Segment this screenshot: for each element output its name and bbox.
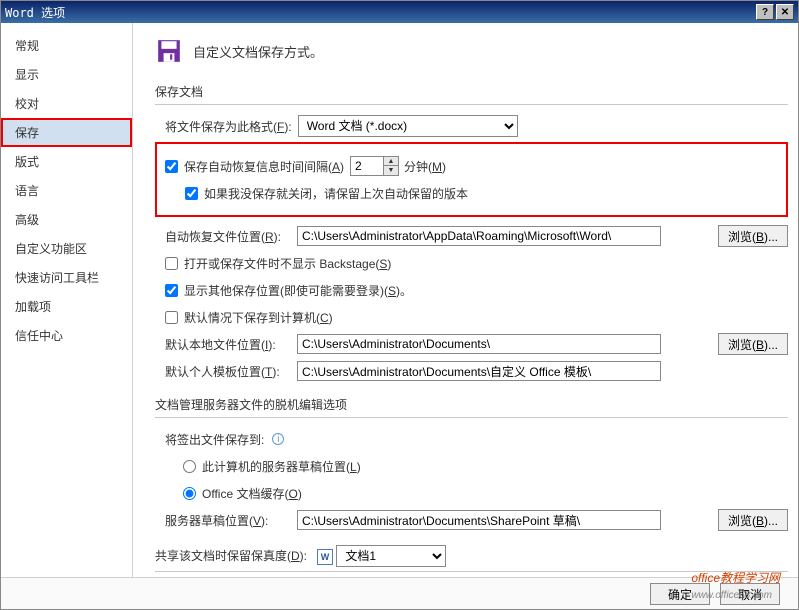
keep-last-checkbox[interactable] (185, 187, 198, 200)
page-title: 自定义文档保存方式。 (193, 42, 323, 61)
titlebar: Word 选项 ? ✕ (1, 1, 798, 23)
default-local-input[interactable] (297, 334, 661, 354)
section-save-documents: 保存文档 (155, 83, 788, 105)
help-button[interactable]: ? (756, 4, 774, 20)
window-controls: ? ✕ (756, 4, 794, 20)
default-tpl-input[interactable] (297, 361, 661, 381)
autorecover-checkbox[interactable] (165, 160, 178, 173)
sidebar-item-customize-ribbon[interactable]: 自定义功能区 (1, 234, 132, 263)
section-fidelity: 共享该文档时保留保真度(D): W 文档1 (155, 545, 788, 572)
save-icon (155, 37, 183, 65)
format-select[interactable]: Word 文档 (*.docx) (298, 115, 518, 137)
dialog-footer: 确定 取消 (1, 577, 798, 609)
ok-button[interactable]: 确定 (650, 583, 710, 605)
default-tpl-label: 默认个人模板位置(T): (165, 363, 291, 380)
sidebar-item-trust-center[interactable]: 信任中心 (1, 321, 132, 350)
sidebar-item-advanced[interactable]: 高级 (1, 205, 132, 234)
radio-server-drafts[interactable] (183, 460, 196, 473)
word-doc-icon: W (317, 549, 333, 565)
radio-server-drafts-label: 此计算机的服务器草稿位置(L) (202, 458, 361, 475)
browse-autorecover-button[interactable]: 浏览(B)... (718, 225, 788, 247)
autorecover-path-label: 自动恢复文件位置(R): (165, 228, 291, 245)
no-backstage-checkbox[interactable] (165, 257, 178, 270)
spinner-down[interactable]: ▼ (384, 166, 398, 175)
radio-office-cache-label: Office 文档缓存(O) (202, 485, 302, 502)
autorecover-path-input[interactable] (297, 226, 661, 246)
spinner-up[interactable]: ▲ (384, 157, 398, 166)
close-button[interactable]: ✕ (776, 4, 794, 20)
checkout-label: 将签出文件保存到: (165, 431, 264, 448)
autorecover-interval-spinner[interactable]: ▲▼ (350, 156, 398, 176)
section-offline-editing: 文档管理服务器文件的脱机编辑选项 (155, 396, 788, 418)
show-other-label: 显示其他保存位置(即使可能需要登录)(S)。 (184, 282, 412, 299)
fidelity-doc-select[interactable]: 文档1 (336, 545, 446, 567)
save-to-pc-checkbox[interactable] (165, 311, 178, 324)
sidebar-item-general[interactable]: 常规 (1, 31, 132, 60)
drafts-label: 服务器草稿位置(V): (165, 512, 291, 529)
sidebar-item-display[interactable]: 显示 (1, 60, 132, 89)
sidebar-item-save[interactable]: 保存 (1, 118, 132, 147)
no-backstage-label: 打开或保存文件时不显示 Backstage(S) (184, 255, 391, 272)
default-local-label: 默认本地文件位置(I): (165, 336, 291, 353)
sidebar-item-layout[interactable]: 版式 (1, 147, 132, 176)
window-title: Word 选项 (5, 4, 65, 21)
autorecover-interval-input[interactable] (350, 156, 384, 176)
browse-default-local-button[interactable]: 浏览(B)... (718, 333, 788, 355)
cancel-button[interactable]: 取消 (720, 583, 780, 605)
content-pane: 自定义文档保存方式。 保存文档 将文件保存为此格式(F): Word 文档 (*… (133, 23, 798, 577)
autorecover-highlight: 保存自动恢复信息时间间隔(A) ▲▼ 分钟(M) 如果我没保存就关闭，请保留上次… (155, 142, 788, 217)
sidebar-item-addins[interactable]: 加载项 (1, 292, 132, 321)
show-other-checkbox[interactable] (165, 284, 178, 297)
sidebar-item-quick-access[interactable]: 快速访问工具栏 (1, 263, 132, 292)
save-to-pc-label: 默认情况下保存到计算机(C) (184, 309, 333, 326)
radio-office-cache[interactable] (183, 487, 196, 500)
category-sidebar: 常规 显示 校对 保存 版式 语言 高级 自定义功能区 快速访问工具栏 加载项 … (1, 23, 133, 577)
sidebar-item-proofing[interactable]: 校对 (1, 89, 132, 118)
info-icon[interactable]: i (272, 433, 284, 445)
autorecover-label: 保存自动恢复信息时间间隔(A) (184, 158, 344, 175)
options-window: Word 选项 ? ✕ 常规 显示 校对 保存 版式 语言 高级 自定义功能区 … (0, 0, 799, 610)
keep-last-label: 如果我没保存就关闭，请保留上次自动保留的版本 (204, 185, 468, 202)
sidebar-item-language[interactable]: 语言 (1, 176, 132, 205)
minutes-label: 分钟(M) (404, 158, 446, 175)
browse-drafts-button[interactable]: 浏览(B)... (718, 509, 788, 531)
format-label: 将文件保存为此格式(F): (165, 118, 292, 135)
drafts-input[interactable] (297, 510, 661, 530)
